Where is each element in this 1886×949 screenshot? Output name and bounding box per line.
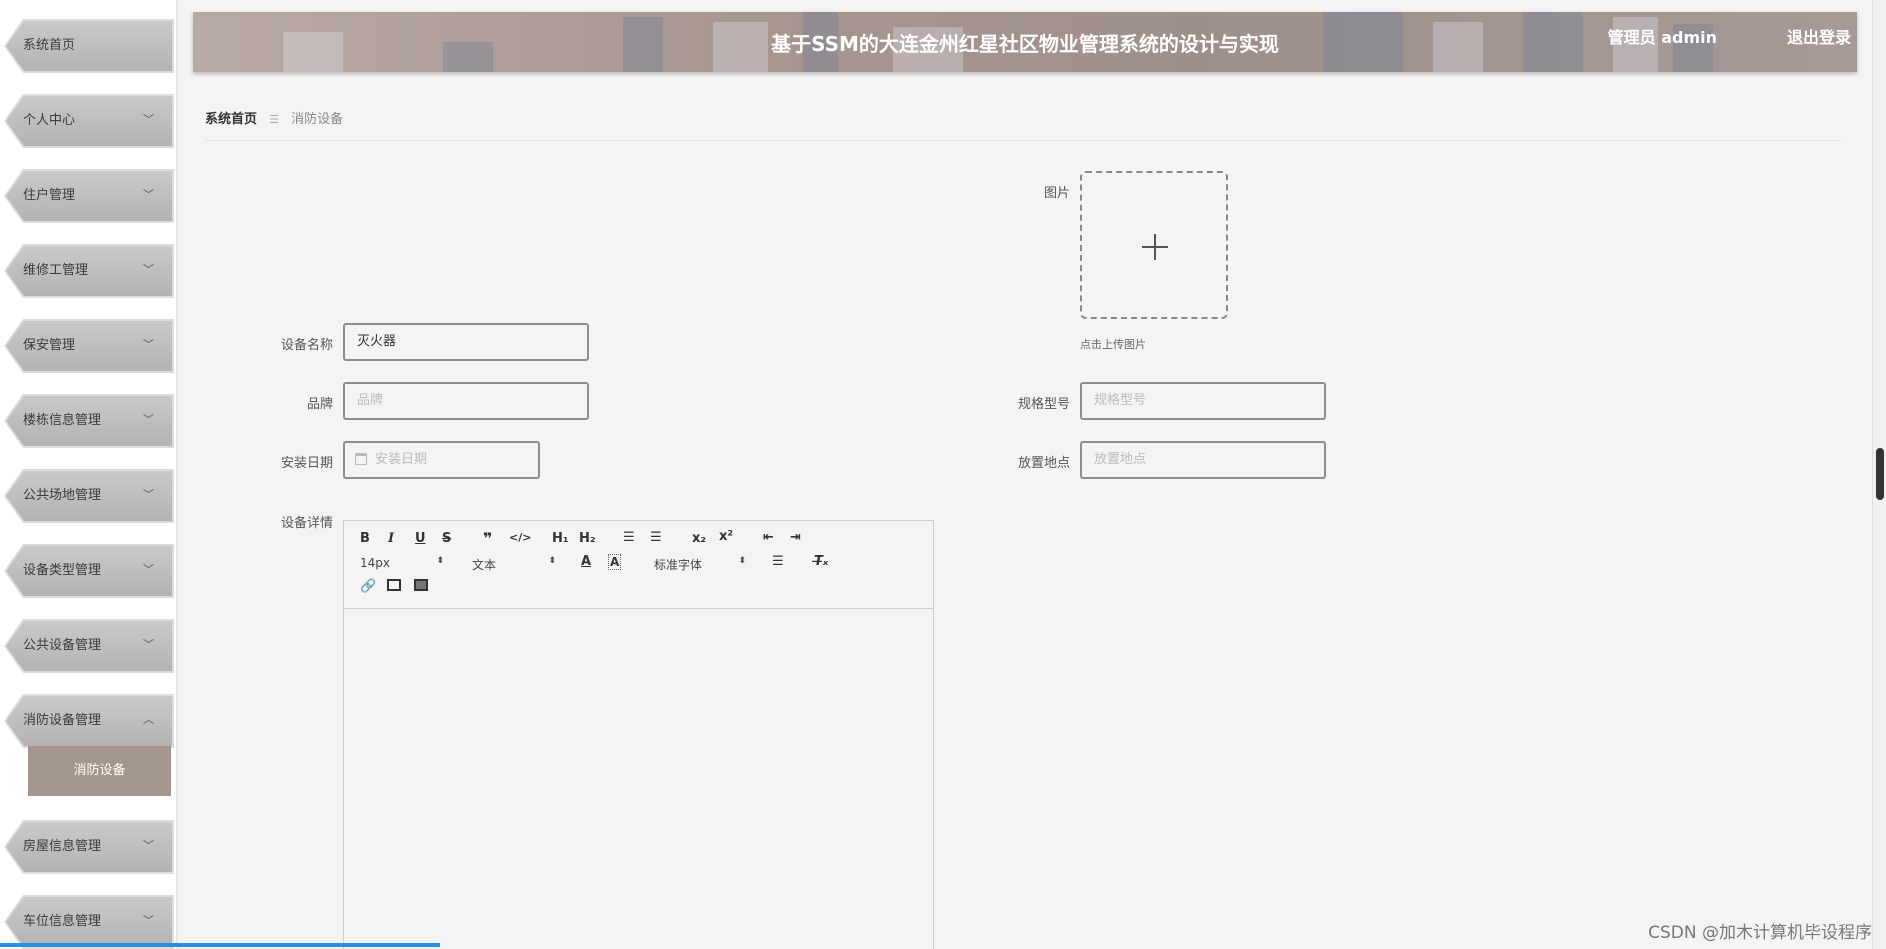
link-icon[interactable]: 🔗 xyxy=(360,579,376,594)
brand-label: 品牌 xyxy=(306,397,333,412)
indent-icon[interactable]: ⇥ xyxy=(790,530,801,545)
chevron-down-icon: ﹀ xyxy=(143,488,154,501)
sidebar-item-home[interactable]: 系统首页 xyxy=(4,19,174,73)
spec-label: 规格型号 xyxy=(1017,397,1070,412)
clear-format-icon[interactable]: T̶ₓ xyxy=(814,554,828,569)
sidebar-subitem-fire-device[interactable]: 消防设备 xyxy=(28,746,171,796)
install-date-placeholder: 安装日期 xyxy=(375,452,428,467)
header-banner: 基于SSM的大连金州红星社区物业管理系统的设计与实现 管理员 admin 退出登… xyxy=(193,12,1857,72)
sidebar-item-resident-management[interactable]: 住户管理 ﹀ xyxy=(4,169,174,223)
chevron-down-icon: ﹀ xyxy=(143,338,154,351)
sidebar-item-label: 住户管理 xyxy=(23,188,76,203)
sidebar-item-label: 系统首页 xyxy=(23,38,76,53)
location-input[interactable]: 放置地点 xyxy=(1080,441,1326,479)
scrollbar-thumb[interactable] xyxy=(1876,448,1884,500)
breadcrumb: 系统首页 ☰ 消防设备 xyxy=(205,108,343,127)
sidebar-item-personal-center[interactable]: 个人中心 ﹀ xyxy=(4,94,174,148)
unordered-list-icon[interactable]: ☰ xyxy=(650,530,662,545)
breadcrumb-separator-icon: ☰ xyxy=(269,113,280,126)
chevron-down-icon: ﹀ xyxy=(143,914,154,927)
install-date-label: 安装日期 xyxy=(280,456,333,471)
sidebar-item-label: 个人中心 xyxy=(23,113,76,128)
strikethrough-icon[interactable]: S xyxy=(442,531,451,546)
text-style-select[interactable]: 文本 ⬍ xyxy=(472,556,556,573)
sidebar-item-security-management[interactable]: 保安管理 ﹀ xyxy=(4,319,174,373)
upload-hint: 点击上传图片 xyxy=(1080,338,1146,351)
outdent-icon[interactable]: ⇤ xyxy=(763,530,774,545)
font-family-select[interactable]: 标准字体 ⬍ xyxy=(654,556,746,573)
sidebar: 系统首页 个人中心 ﹀ 住户管理 ﹀ 维修工管理 ﹀ 保安管理 ﹀ 楼栋信息管理… xyxy=(0,0,178,949)
admin-user-label: 管理员 admin xyxy=(1607,28,1717,47)
subscript-icon[interactable]: x₂ xyxy=(692,531,706,546)
heading1-icon[interactable]: H₁ xyxy=(552,531,569,546)
chevron-down-icon: ﹀ xyxy=(143,413,154,426)
sidebar-item-repairman-management[interactable]: 维修工管理 ﹀ xyxy=(4,244,174,298)
sidebar-item-label: 房屋信息管理 xyxy=(23,839,102,854)
sidebar-item-device-type[interactable]: 设备类型管理 ﹀ xyxy=(4,544,174,598)
align-icon[interactable]: ☰ xyxy=(772,554,784,569)
sidebar-item-public-venue[interactable]: 公共场地管理 ﹀ xyxy=(4,469,174,523)
italic-icon[interactable]: I xyxy=(388,531,394,546)
sidebar-item-label: 车位信息管理 xyxy=(23,914,102,929)
heading2-icon[interactable]: H₂ xyxy=(579,531,596,546)
font-color-icon[interactable]: A xyxy=(581,554,591,569)
breadcrumb-current: 消防设备 xyxy=(291,112,344,127)
editor-toolbar: B I U S ❞ </> H₁ H₂ ☰ ☰ x₂ x² ⇤ ⇥ 14px ⬍ … xyxy=(344,521,933,609)
rich-text-editor: B I U S ❞ </> H₁ H₂ ☰ ☰ x₂ x² ⇤ ⇥ 14px ⬍ … xyxy=(343,520,934,949)
sidebar-item-house-info[interactable]: 房屋信息管理 ﹀ xyxy=(4,820,174,874)
chevron-down-icon: ﹀ xyxy=(143,563,154,576)
chevron-down-icon: ﹀ xyxy=(143,188,154,201)
chevron-down-icon: ﹀ xyxy=(143,839,154,852)
chevron-down-icon: ﹀ xyxy=(143,113,154,126)
divider xyxy=(205,140,1842,141)
sidebar-item-fire-device[interactable]: 消防设备管理 ︿ xyxy=(4,694,174,748)
scrollbar[interactable] xyxy=(1872,0,1886,949)
code-icon[interactable]: </> xyxy=(509,531,531,544)
blockquote-icon[interactable]: ❞ xyxy=(483,529,492,548)
details-label: 设备详情 xyxy=(280,516,333,531)
breadcrumb-home[interactable]: 系统首页 xyxy=(205,112,257,127)
underline-icon[interactable]: U xyxy=(415,531,426,546)
sidebar-item-label: 楼栋信息管理 xyxy=(23,413,102,428)
font-size-select[interactable]: 14px ⬍ xyxy=(360,556,444,570)
device-name-input[interactable]: 灭火器 xyxy=(343,323,589,361)
loading-bar xyxy=(0,943,440,947)
logout-link[interactable]: 退出登录 xyxy=(1787,24,1851,48)
editor-content-area[interactable] xyxy=(344,610,933,949)
sidebar-item-label: 维修工管理 xyxy=(23,263,89,278)
sidebar-item-public-device[interactable]: 公共设备管理 ﹀ xyxy=(4,619,174,673)
chevron-down-icon: ﹀ xyxy=(143,263,154,276)
superscript-icon[interactable]: x² xyxy=(719,529,733,544)
image-label: 图片 xyxy=(1043,186,1070,201)
calendar-icon xyxy=(355,453,367,465)
bold-icon[interactable]: B xyxy=(360,531,370,546)
image-icon[interactable] xyxy=(387,579,401,591)
brand-input[interactable]: 品牌 xyxy=(343,382,589,420)
watermark: CSDN @加木计算机毕设程序 xyxy=(1648,923,1872,943)
ordered-list-icon[interactable]: ☰ xyxy=(623,530,635,545)
sidebar-item-label: 公共场地管理 xyxy=(23,488,102,503)
sidebar-item-building-info[interactable]: 楼栋信息管理 ﹀ xyxy=(4,394,174,448)
chevron-down-icon: ﹀ xyxy=(143,638,154,651)
sidebar-item-label: 保安管理 xyxy=(23,338,76,353)
video-icon[interactable] xyxy=(414,579,428,591)
sidebar-item-label: 设备类型管理 xyxy=(23,563,102,578)
background-color-icon[interactable]: A xyxy=(608,554,622,570)
spec-input[interactable]: 规格型号 xyxy=(1080,382,1326,420)
chevron-up-icon: ︿ xyxy=(143,713,154,726)
image-upload-box[interactable] xyxy=(1080,171,1228,319)
install-date-input[interactable]: 安装日期 xyxy=(343,441,540,479)
device-name-label: 设备名称 xyxy=(280,338,333,353)
sidebar-item-label: 消防设备管理 xyxy=(23,713,102,728)
location-label: 放置地点 xyxy=(1017,456,1070,471)
sidebar-item-parking-info[interactable]: 车位信息管理 ﹀ xyxy=(4,895,174,949)
sidebar-item-label: 公共设备管理 xyxy=(23,638,102,653)
